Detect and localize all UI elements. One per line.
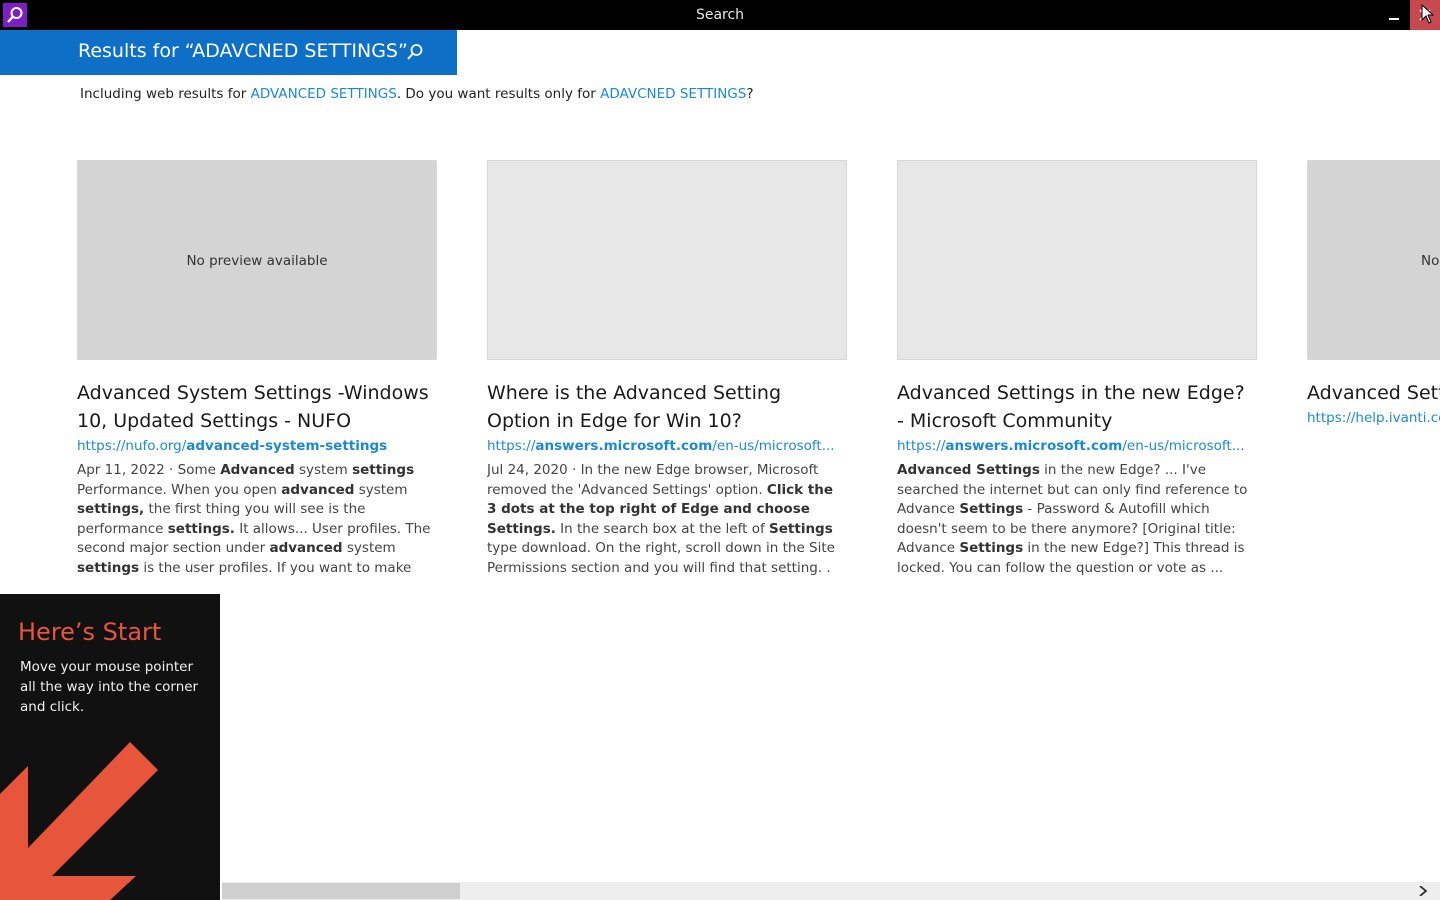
result-card[interactable]: Advanced Settings in the new Edge? - Mic… — [897, 160, 1257, 578]
original-query-link[interactable]: ADAVCNED SETTINGS — [600, 86, 746, 102]
result-snippet: Advanced Settings in the new Edge? ... I… — [897, 462, 1248, 576]
no-preview-label: No preview available — [186, 253, 328, 269]
result-url[interactable]: https://help.ivanti.co — [1307, 408, 1440, 428]
query-header[interactable]: Results for “ADAVCNED SETTINGS” — [0, 30, 457, 75]
start-tip-body: Move your mouse pointer all the way into… — [20, 659, 199, 715]
spelling-prefix: Including web results for — [80, 86, 251, 102]
result-thumbnail[interactable] — [487, 160, 847, 360]
result-thumbnail[interactable]: No preview available — [77, 160, 437, 360]
result-url[interactable]: https://answers.microsoft.com/en-us/micr… — [897, 436, 1257, 456]
result-title[interactable]: Where is the Advanced Setting Option in … — [487, 379, 847, 435]
scrollbar-thumb[interactable] — [222, 883, 460, 899]
result-url[interactable]: https://answers.microsoft.com/en-us/micr… — [487, 436, 847, 456]
result-card[interactable]: No preview available Advanced System Set… — [77, 160, 437, 578]
result-title[interactable]: Advanced Sett — [1307, 379, 1440, 407]
result-thumbnail[interactable] — [897, 160, 1257, 360]
spelling-middle: . Do you want results only for — [396, 86, 601, 102]
title-bar: Search — [0, 0, 1440, 30]
scroll-right-button[interactable] — [1406, 882, 1440, 900]
corrected-query-link[interactable]: ADVANCED SETTINGS — [251, 86, 397, 102]
spelling-suggestion: Including web results for ADVANCED SETTI… — [80, 86, 754, 102]
spelling-suffix: ? — [746, 86, 754, 102]
result-title[interactable]: Advanced Settings in the new Edge? - Mic… — [897, 379, 1257, 435]
result-card[interactable]: No Advanced Sett https://help.ivanti.co — [1307, 160, 1440, 428]
start-tip-overlay: Here’s Start Move your mouse pointer all… — [0, 594, 220, 900]
result-snippet: Jul 24, 2020 · In the new Edge browser, … — [487, 462, 835, 576]
search-icon[interactable] — [406, 43, 424, 61]
result-snippet: Apr 11, 2022 · Some Advanced system sett… — [77, 462, 431, 576]
start-tip-title: Here’s Start — [18, 618, 162, 646]
result-card[interactable]: Where is the Advanced Setting Option in … — [487, 160, 847, 578]
horizontal-scrollbar[interactable] — [222, 882, 1440, 900]
chevron-right-icon — [1419, 886, 1427, 896]
mouse-cursor-icon — [1421, 4, 1435, 24]
result-url[interactable]: https://nufo.org/advanced-system-setting… — [77, 436, 437, 456]
window-title: Search — [695, 7, 745, 23]
query-heading: Results for “ADAVCNED SETTINGS” — [78, 40, 408, 62]
minimize-button[interactable] — [1378, 0, 1410, 30]
no-preview-label: No — [1421, 253, 1440, 269]
result-thumbnail[interactable]: No — [1307, 160, 1440, 360]
arrow-down-left-icon — [0, 742, 158, 900]
result-title[interactable]: Advanced System Settings -Windows 10, Up… — [77, 379, 437, 435]
